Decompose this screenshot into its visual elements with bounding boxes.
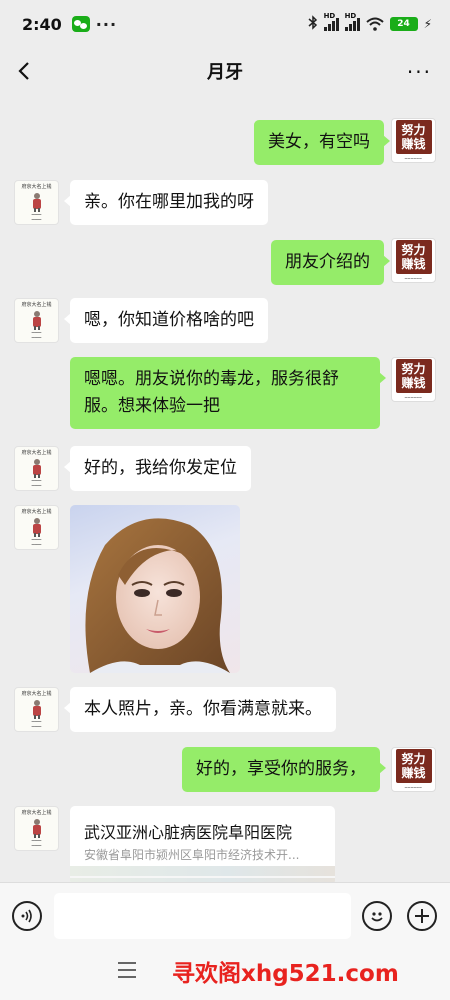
chat-input-bar [0, 882, 450, 948]
contact-avatar[interactable]: 府京大名上钱 ━━━━ ━━━━ [14, 505, 59, 550]
message-bubble-sent[interactable]: 嗯嗯。朋友说你的毒龙，服务很舒服。想来体验一把 [70, 357, 386, 429]
message-input[interactable] [54, 893, 351, 939]
chat-title: 月牙 [207, 62, 243, 83]
bluetooth-icon [308, 14, 318, 34]
cell-signal-icon-2: HD [344, 12, 360, 31]
voice-icon [21, 909, 32, 923]
plus-icon [415, 909, 429, 923]
my-avatar[interactable]: 努力 赚钱 ━━━━━━ [391, 747, 436, 792]
my-avatar[interactable]: 努力 赚钱 ━━━━━━ [391, 357, 436, 402]
watermark-text: 寻欢阁xhg521.com [172, 961, 399, 987]
more-notifications-icon: ··· [95, 14, 118, 34]
emoji-button[interactable] [362, 901, 392, 931]
menu-icon[interactable] [118, 962, 136, 978]
location-message[interactable]: 武汉亚洲心脏病医院阜阳医院 安徽省阜阳市颍州区阜阳市经济技术开... [70, 806, 335, 886]
message-bubble-sent[interactable]: 好的，享受你的服务， [182, 747, 386, 792]
battery-icon: 24 [389, 17, 418, 31]
location-title: 武汉亚洲心脏病医院阜阳医院 [84, 823, 293, 842]
wifi-icon [365, 17, 384, 31]
contact-avatar[interactable]: 府京大名上钱 ━━━━ ━━━━ [14, 180, 59, 225]
message-bubble-received[interactable]: 嗯，你知道价格啥的吧 [64, 298, 268, 343]
photo-message[interactable] [70, 505, 240, 673]
contact-avatar[interactable]: 府京大名上钱 ━━━━ ━━━━ [14, 446, 59, 491]
charging-icon: ⚡ [423, 17, 432, 31]
my-avatar[interactable]: 努力 赚钱 ━━━━━━ [391, 118, 436, 163]
cell-signal-icon-1: HD [323, 12, 339, 31]
message-bubble-received[interactable]: 本人照片，亲。你看满意就来。 [64, 687, 336, 732]
system-nav-bar: 寻欢阁xhg521.com [0, 948, 450, 1000]
contact-avatar[interactable]: 府京大名上钱 ━━━━ ━━━━ [14, 298, 59, 343]
more-options-icon[interactable]: ··· [407, 60, 432, 84]
back-arrow-icon[interactable] [14, 59, 36, 83]
my-avatar[interactable]: 努力 赚钱 ━━━━━━ [391, 238, 436, 283]
smiley-icon [371, 912, 383, 922]
message-bubble-sent[interactable]: 朋友介绍的 [271, 240, 390, 285]
contact-avatar[interactable]: 府京大名上钱 ━━━━ ━━━━ [14, 687, 59, 732]
message-bubble-received[interactable]: 好的，我给你发定位 [64, 446, 251, 491]
location-address: 安徽省阜阳市颍州区阜阳市经济技术开... [84, 848, 300, 862]
voice-input-button[interactable] [12, 901, 42, 931]
more-functions-button[interactable] [407, 901, 437, 931]
message-bubble-sent[interactable]: 美女，有空吗 [254, 120, 390, 165]
status-bar: 2:40 ··· HD HD 24 ⚡ [0, 0, 450, 48]
wechat-notification-icon [71, 16, 90, 32]
status-time: 2:40 [22, 14, 62, 34]
chat-header: 月牙 ··· [0, 48, 450, 94]
contact-avatar[interactable]: 府京大名上钱 ━━━━ ━━━━ [14, 806, 59, 851]
message-bubble-received[interactable]: 亲。你在哪里加我的呀 [64, 180, 268, 225]
